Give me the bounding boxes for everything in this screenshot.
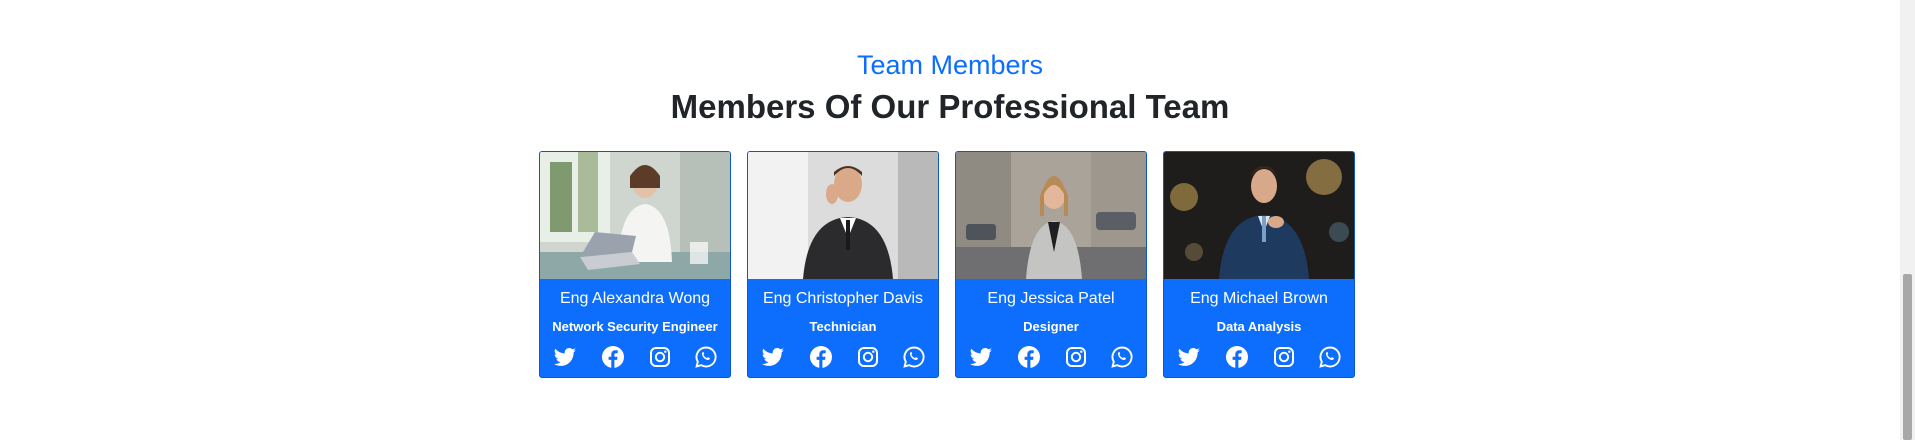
member-role: Network Security Engineer [552, 319, 718, 334]
team-card: Eng Jessica Patel Designer [955, 151, 1147, 378]
whatsapp-icon[interactable] [902, 345, 926, 369]
social-links [540, 345, 730, 369]
team-card: Eng Christopher Davis Technician [747, 151, 939, 378]
section-heading: Members Of Our Professional Team [670, 88, 1230, 125]
instagram-icon[interactable] [856, 345, 880, 369]
social-links [1164, 345, 1354, 369]
member-photo [956, 152, 1146, 279]
whatsapp-icon[interactable] [1318, 345, 1342, 369]
scrollbar-thumb[interactable] [1903, 274, 1912, 440]
whatsapp-icon[interactable] [1110, 345, 1134, 369]
instagram-icon[interactable] [1272, 345, 1296, 369]
team-cards: Eng Alexandra Wong Network Security Engi… [539, 151, 1355, 378]
social-links [748, 345, 938, 369]
member-photo [540, 152, 730, 279]
instagram-icon[interactable] [1064, 345, 1088, 369]
twitter-icon[interactable] [761, 345, 785, 369]
facebook-icon[interactable] [809, 345, 833, 369]
facebook-icon[interactable] [1017, 345, 1041, 369]
member-name: Eng Christopher Davis [762, 290, 924, 307]
member-role: Technician [809, 319, 877, 334]
member-name: Eng Jessica Patel [987, 290, 1115, 307]
whatsapp-icon[interactable] [694, 345, 718, 369]
team-card: Eng Alexandra Wong Network Security Engi… [539, 151, 731, 378]
section-eyebrow: Team Members [856, 50, 1044, 80]
member-role: Data Analysis [1216, 319, 1302, 334]
instagram-icon[interactable] [648, 345, 672, 369]
twitter-icon[interactable] [553, 345, 577, 369]
member-photo [748, 152, 938, 279]
twitter-icon[interactable] [969, 345, 993, 369]
twitter-icon[interactable] [1177, 345, 1201, 369]
member-role: Designer [1023, 319, 1079, 334]
member-name: Eng Michael Brown [1190, 290, 1328, 307]
page-scrollbar[interactable] [1900, 0, 1915, 440]
team-card: Eng Michael Brown Data Analysis [1163, 151, 1355, 378]
member-photo [1164, 152, 1354, 279]
facebook-icon[interactable] [1225, 345, 1249, 369]
team-section: Team Members Members Of Our Professional… [0, 0, 1900, 440]
social-links [956, 345, 1146, 369]
member-name: Eng Alexandra Wong [559, 290, 711, 307]
facebook-icon[interactable] [601, 345, 625, 369]
